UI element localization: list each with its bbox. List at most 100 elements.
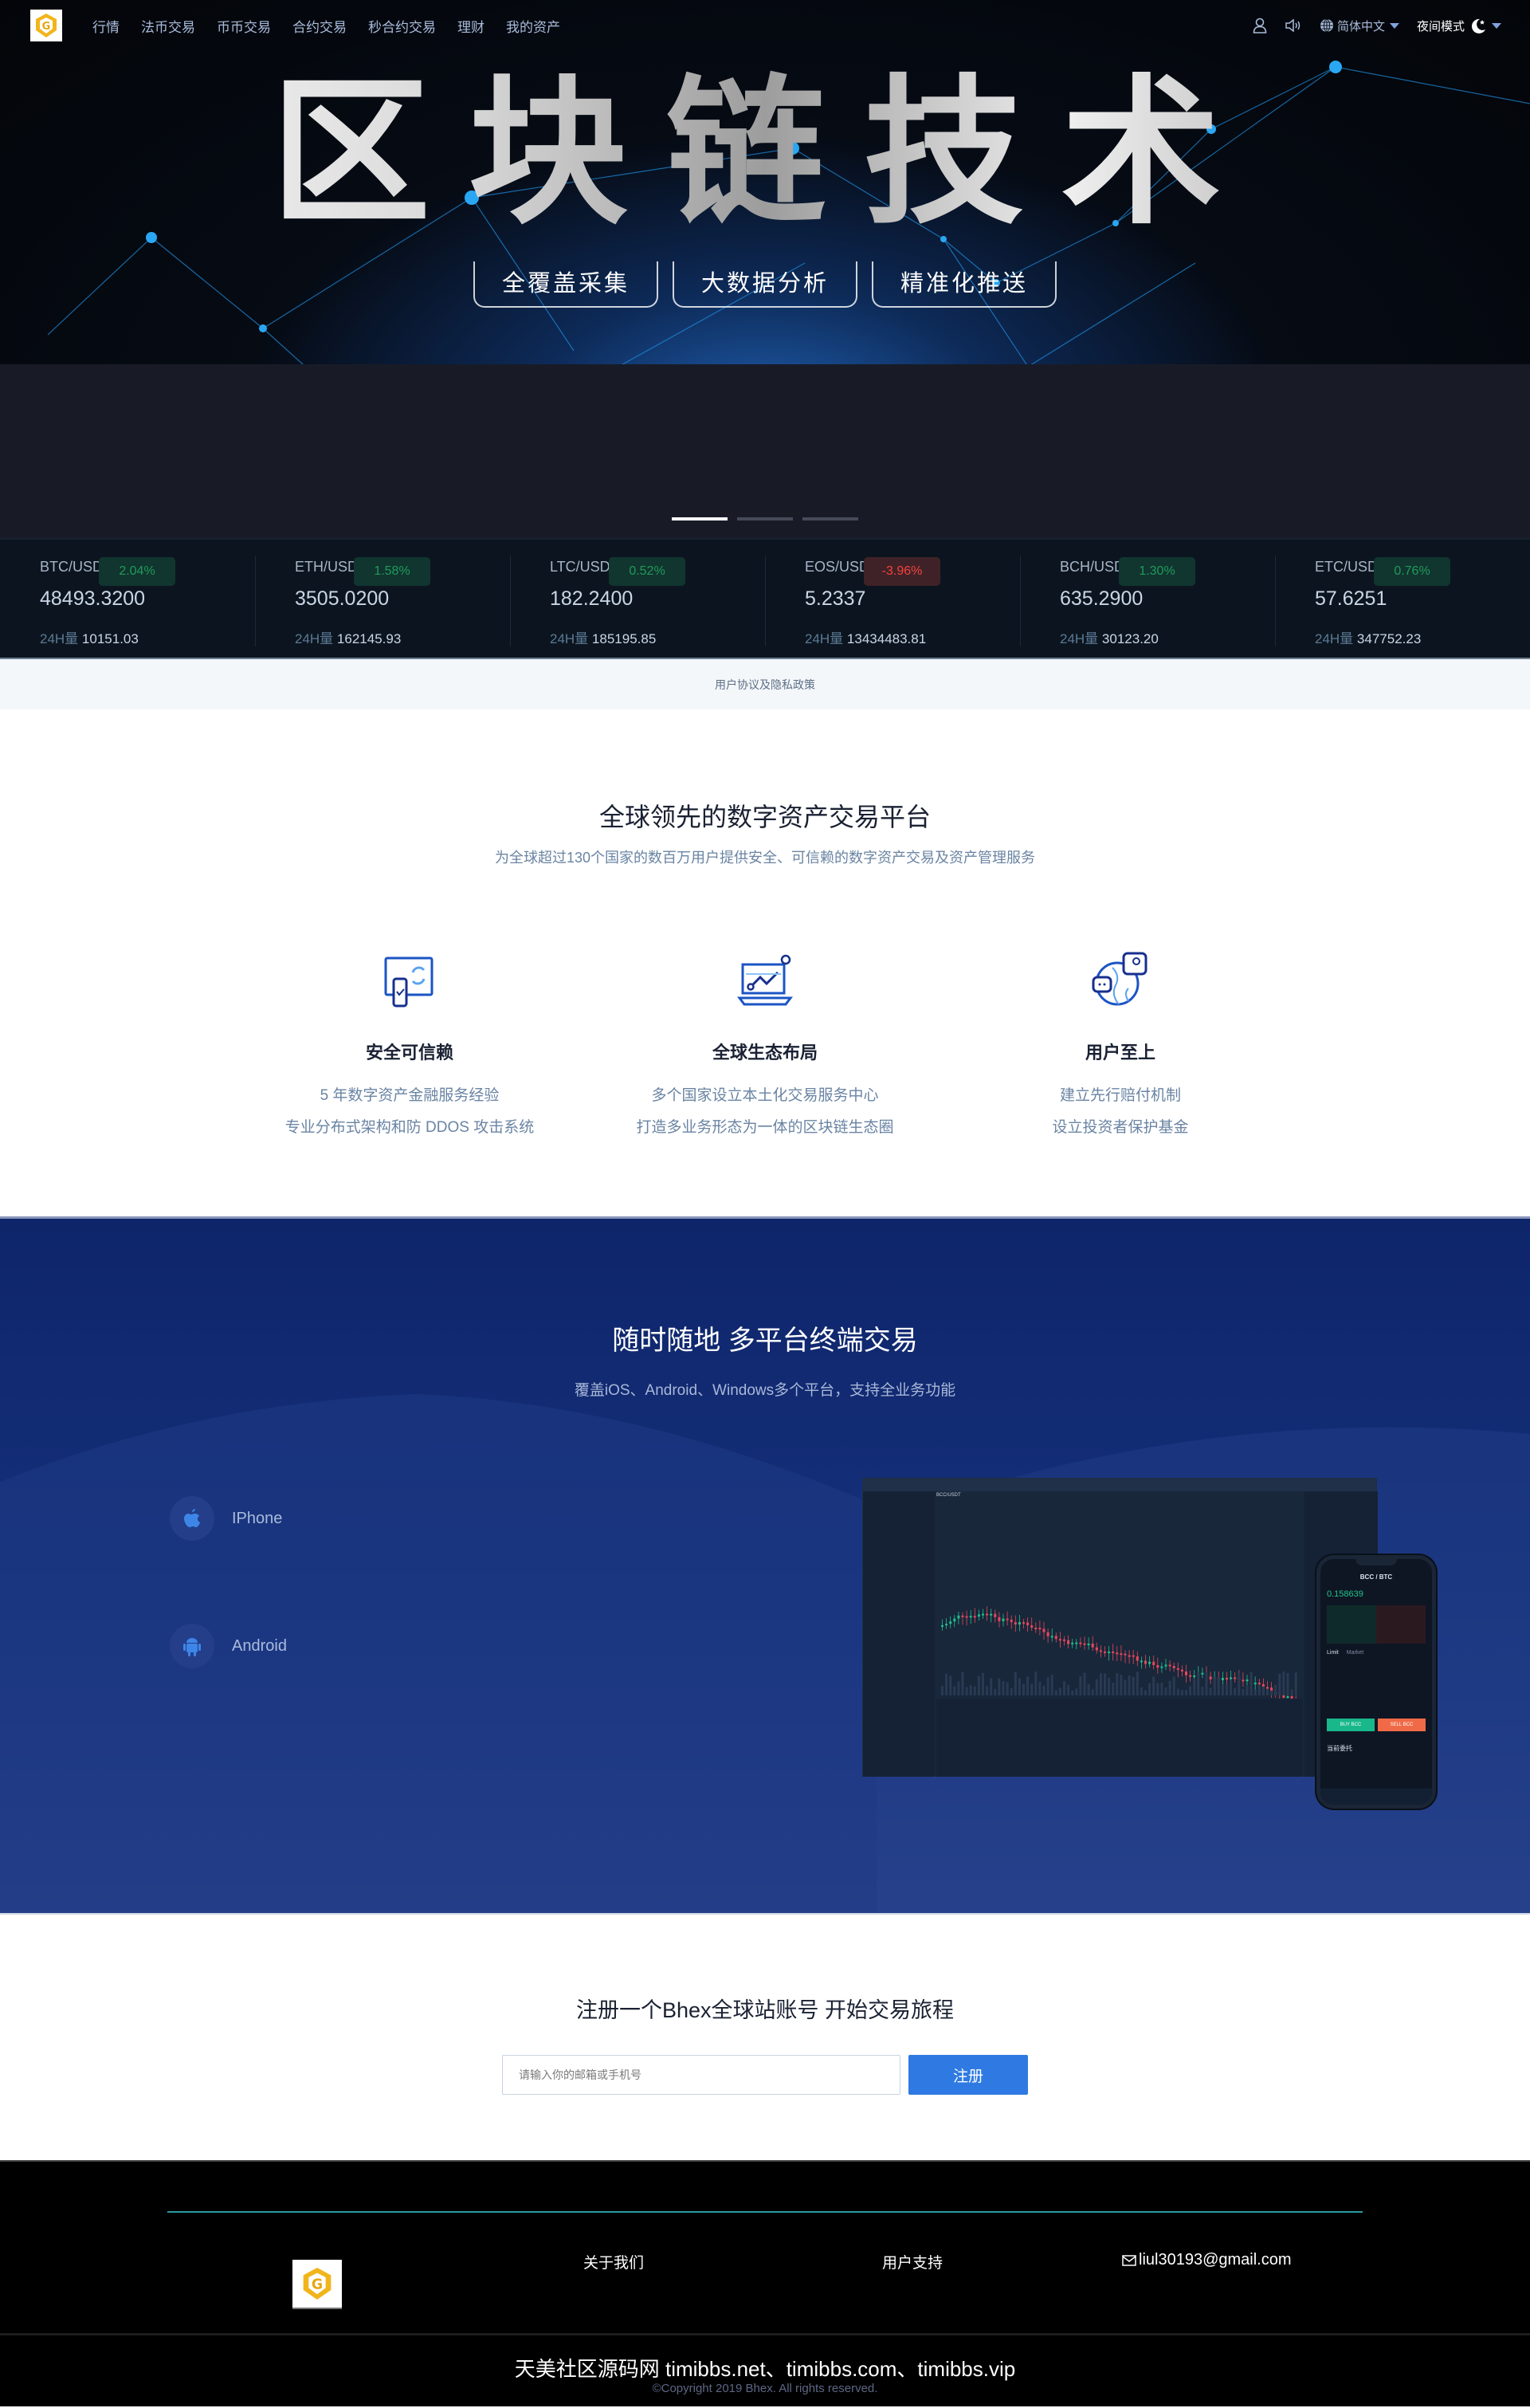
nav-item-contract-trade[interactable]: 合约交易 xyxy=(292,16,347,36)
volume-bar xyxy=(1266,1688,1269,1695)
ticker-card[interactable]: LTC/USDT 0.52% 182.2400 24H量 185195.85 xyxy=(510,540,765,659)
ticker-volume-value: 185195.85 xyxy=(591,631,657,646)
carousel-dot-2[interactable] xyxy=(737,517,793,520)
candle xyxy=(1152,1661,1155,1666)
candle xyxy=(1079,1642,1082,1644)
candle xyxy=(990,1613,993,1616)
candle xyxy=(1185,1671,1187,1675)
volume-bar xyxy=(1042,1685,1046,1695)
logo-shield-icon: G xyxy=(303,2268,332,2300)
volume-bar xyxy=(953,1686,956,1695)
volume-bar xyxy=(1197,1672,1200,1695)
app-download-android[interactable]: Android xyxy=(170,1624,287,1668)
feature-desc: 建立先行赔付机制 xyxy=(1059,1087,1181,1104)
email-phone-input[interactable] xyxy=(502,2055,900,2095)
platform-section: 随时随地 多平台终端交易 覆盖iOS、Android、Windows多个平台，支… xyxy=(0,1216,1530,1913)
volume-bar xyxy=(1054,1690,1057,1695)
footer-email[interactable]: liul30193@gmail.com xyxy=(1122,2251,1292,2269)
volume-bar xyxy=(1261,1686,1265,1695)
volume-bar xyxy=(1038,1681,1042,1695)
user-icon[interactable] xyxy=(1253,18,1267,33)
ticker-volume-label: 24H量 xyxy=(295,631,334,646)
phone-orders-title: 当前委托 xyxy=(1327,1745,1352,1752)
night-mode-toggle[interactable]: 夜间模式 xyxy=(1417,17,1501,34)
footer-logo[interactable]: G xyxy=(292,2260,342,2309)
nav-item-my-assets[interactable]: 我的资产 xyxy=(506,16,560,36)
volume-bar xyxy=(1034,1671,1038,1695)
ticker-card[interactable]: ETH/USDT 1.58% 3505.0200 24H量 162145.93 xyxy=(255,540,510,659)
candle xyxy=(1201,1672,1204,1675)
globe-icon xyxy=(1320,18,1333,33)
mockup-topbar xyxy=(863,1479,1376,1491)
candle xyxy=(1257,1683,1261,1685)
candle xyxy=(1120,1653,1123,1656)
footer-link-support[interactable]: 用户支持 xyxy=(882,2251,943,2272)
moon-icon xyxy=(1471,18,1485,33)
footer-link-about[interactable]: 关于我们 xyxy=(583,2251,644,2272)
candle xyxy=(1209,1676,1212,1679)
volume-bar xyxy=(1079,1675,1082,1695)
ticker-price: 5.2337 xyxy=(805,587,866,610)
nav-item-finance[interactable]: 理财 xyxy=(457,16,484,36)
feature-desc: 设立投资者保护基金 xyxy=(1052,1119,1189,1136)
features-subtitle: 为全球超过130个国家的数百万用户提供安全、可信赖的数字资产交易及资产管理服务 xyxy=(494,850,1036,866)
candle xyxy=(1180,1669,1183,1671)
register-button[interactable]: 注册 xyxy=(908,2055,1028,2095)
volume-bar xyxy=(1242,1688,1245,1695)
volume-bar xyxy=(1250,1671,1253,1695)
ticker-change-badge: 1.58% xyxy=(354,557,430,586)
volume-bar xyxy=(1075,1688,1078,1695)
secure-devices-icon xyxy=(384,957,434,1008)
volume-bar xyxy=(1253,1689,1257,1695)
candle xyxy=(1234,1677,1237,1679)
candle xyxy=(994,1613,997,1617)
candle xyxy=(969,1616,972,1618)
candle xyxy=(941,1624,944,1627)
candle xyxy=(1253,1683,1257,1685)
volume-bar xyxy=(1290,1689,1293,1695)
nav-item-second-contract[interactable]: 秒合约交易 xyxy=(368,16,436,36)
volume-bar xyxy=(990,1678,993,1695)
nav-item-market[interactable]: 行情 xyxy=(92,16,120,36)
volume-bar xyxy=(977,1675,980,1695)
feature-title: 全球生态布局 xyxy=(712,1043,818,1063)
nav-item-fiat-trade[interactable]: 法币交易 xyxy=(141,16,195,36)
footer-email-text: liul30193@gmail.com xyxy=(1139,2251,1292,2269)
policy-bar: 用户协议及隐私政策 xyxy=(0,658,1530,709)
ticker-card[interactable]: ETC/USDT 0.76% 57.6251 24H量 347752.23 xyxy=(1275,540,1530,659)
volume-bar xyxy=(1201,1686,1204,1695)
hero-tag: 大数据分析 xyxy=(672,261,857,308)
candle xyxy=(1050,1636,1053,1638)
volume-bar xyxy=(1180,1690,1183,1695)
candle xyxy=(1286,1696,1289,1699)
volume-bar xyxy=(1257,1684,1261,1695)
ticker-card[interactable]: BCH/USDT 1.30% 635.2900 24H量 30123.20 xyxy=(1020,540,1275,659)
volume-bar xyxy=(1104,1673,1106,1695)
carousel-dot-3[interactable] xyxy=(802,517,858,520)
app-download-iphone[interactable]: IPhone xyxy=(170,1496,282,1541)
candle xyxy=(1042,1628,1046,1632)
feature-card: 用户至上 建立先行赔付机制 设立投资者保护基金 xyxy=(943,949,1298,1144)
candle xyxy=(1221,1678,1224,1680)
ticker-volume-label: 24H量 xyxy=(1060,631,1099,646)
feature-card: 安全可信赖 5 年数字资产金融服务经验 专业分布式架构和防 DDOS 攻击系统 xyxy=(232,949,587,1144)
register-title: 注册一个Bhex全球站账号 开始交易旅程 xyxy=(575,1998,955,2022)
ticker-price: 182.2400 xyxy=(550,587,634,610)
ticker-price: 3505.0200 xyxy=(295,587,390,610)
logo[interactable]: G xyxy=(30,10,62,41)
ticker-card[interactable]: BTC/USDT 2.04% 48493.3200 24H量 10151.03 xyxy=(0,540,255,659)
language-selector[interactable]: 简体中文 xyxy=(1320,18,1399,34)
volume-bar xyxy=(1168,1680,1171,1695)
nav-item-spot-trade[interactable]: 币币交易 xyxy=(217,16,271,36)
ticker-volume-value: 10151.03 xyxy=(81,631,139,646)
feature-title: 用户至上 xyxy=(1085,1043,1155,1063)
feature-desc: 专业分布式架构和防 DDOS 攻击系统 xyxy=(284,1119,535,1136)
platform-subtitle: 覆盖iOS、Android、Windows多个平台，支持全业务功能 xyxy=(574,1382,956,1399)
policy-link[interactable]: 用户协议及隐私政策 xyxy=(715,677,815,693)
volume-bar xyxy=(1278,1674,1281,1695)
speaker-icon[interactable] xyxy=(1285,18,1302,33)
ticker-card[interactable]: EOS/USDT -3.96% 5.2337 24H量 13434483.81 xyxy=(765,540,1020,659)
night-mode-label: 夜间模式 xyxy=(1416,19,1465,33)
carousel-dot-1[interactable] xyxy=(672,517,728,520)
candle xyxy=(1038,1628,1042,1630)
